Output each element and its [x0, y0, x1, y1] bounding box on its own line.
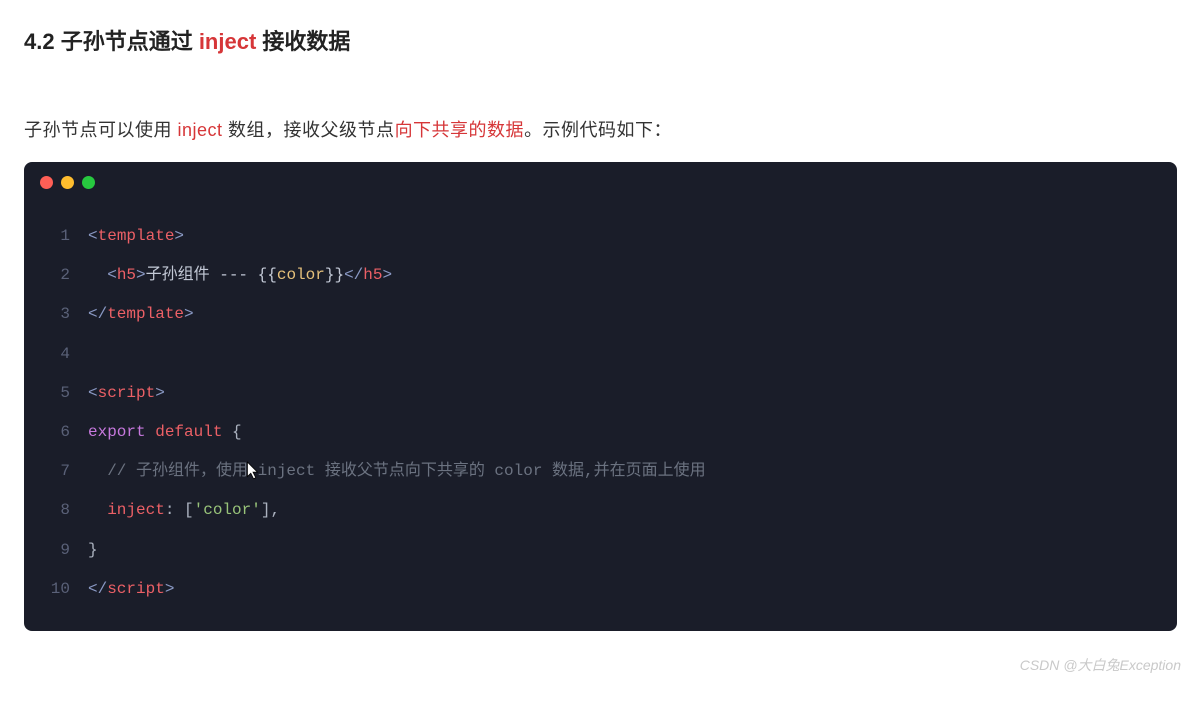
code-line: 5 <script> [24, 374, 1177, 413]
heading-highlight: inject [199, 29, 256, 54]
line-content: inject: ['color'], [88, 491, 280, 530]
code-line: 8 inject: ['color'], [24, 491, 1177, 530]
desc-part5: 。示例代码如下： [524, 120, 672, 140]
desc-part1: 子孙节点可以使用 [24, 120, 178, 140]
code-line: 10 </script> [24, 570, 1177, 609]
code-line: 9 } [24, 531, 1177, 570]
line-content: // 子孙组件，使用 inject 接收父节点向下共享的 color 数据,并在… [88, 452, 706, 491]
line-content: <script> [88, 374, 165, 413]
watermark: CSDN @大白兔Exception [0, 655, 1201, 683]
code-line: 1 <template> [24, 217, 1177, 256]
line-number: 5 [24, 374, 88, 413]
section-heading: 4.2 子孙节点通过 inject 接收数据 [0, 0, 1201, 68]
line-content: <h5>子孙组件 --- {{color}}</h5> [88, 256, 392, 295]
code-block: 1 <template> 2 <h5>子孙组件 --- {{color}}</h… [24, 162, 1177, 631]
desc-part3: 数组，接收父级节点 [223, 120, 395, 140]
window-controls [24, 162, 1177, 199]
line-number: 8 [24, 491, 88, 530]
line-number: 10 [24, 570, 88, 609]
code-content: 1 <template> 2 <h5>子孙组件 --- {{color}}</h… [24, 199, 1177, 631]
code-line: 2 <h5>子孙组件 --- {{color}}</h5> [24, 256, 1177, 295]
heading-prefix: 4.2 子孙节点通过 [24, 29, 199, 54]
line-content: <template> [88, 217, 184, 256]
desc-inject: inject [178, 120, 223, 140]
line-number: 4 [24, 335, 88, 374]
code-line: 3 </template> [24, 295, 1177, 334]
desc-part4: 向下共享的数据 [395, 120, 525, 140]
line-number: 7 [24, 452, 88, 491]
line-content: </template> [88, 295, 194, 334]
line-content: </script> [88, 570, 174, 609]
window-minimize-icon [61, 176, 74, 189]
line-content: } [88, 531, 98, 570]
heading-suffix: 接收数据 [256, 29, 350, 54]
code-line: 6 export default { [24, 413, 1177, 452]
line-number: 1 [24, 217, 88, 256]
line-number: 9 [24, 531, 88, 570]
line-number: 2 [24, 256, 88, 295]
window-close-icon [40, 176, 53, 189]
description-paragraph: 子孙节点可以使用 inject 数组，接收父级节点向下共享的数据。示例代码如下： [0, 68, 1201, 162]
line-content: export default { [88, 413, 242, 452]
code-line: 7 // 子孙组件，使用 inject 接收父节点向下共享的 color 数据,… [24, 452, 1177, 491]
cursor-icon [246, 461, 260, 481]
code-line: 4 [24, 335, 1177, 374]
window-maximize-icon [82, 176, 95, 189]
line-number: 3 [24, 295, 88, 334]
line-number: 6 [24, 413, 88, 452]
